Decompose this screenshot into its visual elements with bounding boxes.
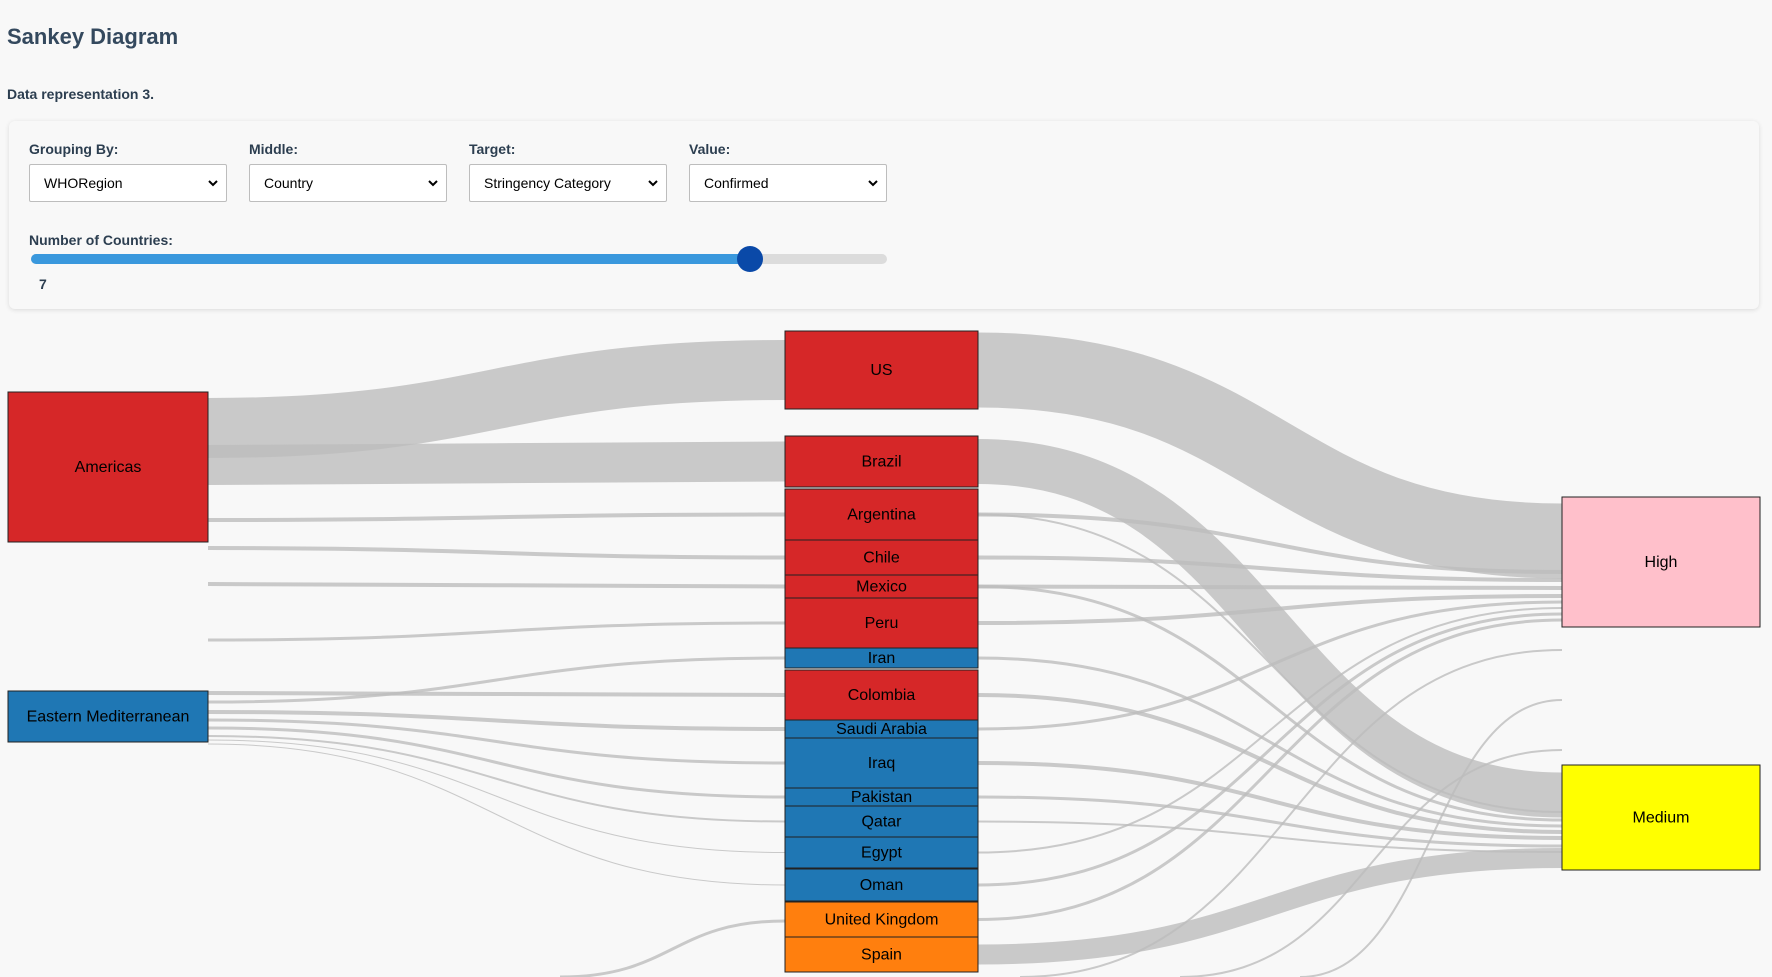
country-node-label-saudi-arabia: Saudi Arabia (836, 721, 927, 738)
country-node-label-iran: Iran (868, 650, 896, 667)
country-node-label-united-kingdom: United Kingdom (825, 912, 939, 929)
link-eastern-mediterranean-to-egypt[interactable] (207, 739, 786, 853)
sankey-chart: Americas Eastern Mediterranean US Brazil Arg… (7, 330, 1761, 977)
link-americas-to-colombia[interactable] (207, 691, 786, 697)
link-americas-to-us[interactable] (207, 340, 786, 458)
country-node-label-brazil: Brazil (861, 454, 901, 471)
link-spain-to-medium[interactable] (977, 848, 1563, 965)
link-mexico-to-high[interactable] (977, 584, 1563, 590)
country-node-label-colombia: Colombia (848, 687, 916, 704)
country-node-label-peru: Peru (865, 615, 899, 632)
source-node-label-eastern-mediterranean: Eastern Mediterranean (27, 709, 190, 726)
country-node-label-iraq: Iraq (868, 755, 896, 772)
country-node-label-oman: Oman (860, 877, 904, 894)
country-node-label-us: US (870, 362, 892, 379)
link-americas-to-argentina[interactable] (207, 512, 786, 522)
link-eastern-mediterranean-to-oman[interactable] (207, 743, 786, 886)
country-node-label-qatar: Qatar (861, 814, 902, 831)
country-node-label-spain: Spain (861, 947, 902, 964)
country-node-label-mexico: Mexico (856, 579, 907, 596)
target-node-label-medium: Medium (1633, 810, 1690, 827)
target-node-label-high: High (1645, 554, 1678, 571)
source-node-label-americas: Americas (75, 459, 142, 476)
link-americas-to-chile[interactable] (207, 546, 786, 560)
country-node-label-egypt: Egypt (861, 845, 902, 862)
link-americas-to-mexico[interactable] (207, 582, 786, 589)
country-node-label-argentina: Argentina (847, 507, 916, 524)
link-americas-to-peru[interactable] (207, 621, 786, 642)
link-offscreen-1[interactable] (559, 919, 786, 977)
country-node-label-chile: Chile (863, 550, 900, 567)
link-americas-to-brazil[interactable] (207, 441, 786, 485)
country-node-label-pakistan: Pakistan (851, 789, 912, 806)
